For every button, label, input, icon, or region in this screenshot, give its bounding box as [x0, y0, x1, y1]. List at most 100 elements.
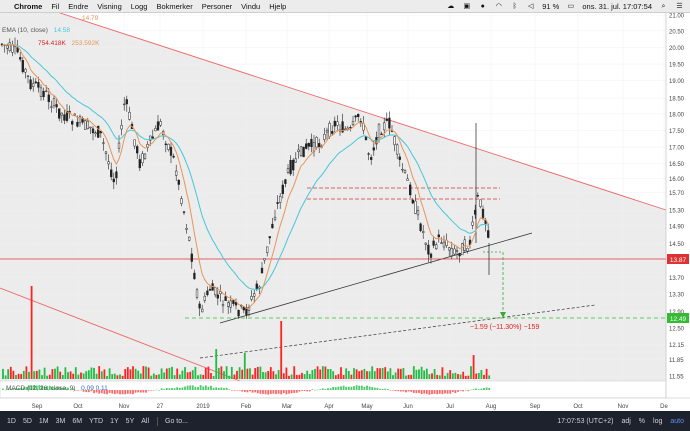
tf-1d[interactable]: 1D — [7, 418, 16, 425]
candle-body — [372, 147, 375, 151]
volume-icon[interactable]: ◁ — [526, 3, 535, 10]
volume-bar — [121, 375, 124, 379]
menu-personer[interactable]: Personer — [202, 2, 232, 11]
volume-bar — [194, 366, 197, 379]
price-tick-label: 17.50 — [669, 129, 685, 135]
price-tick-label: 18.50 — [669, 97, 685, 103]
price-chart[interactable]: −1.59 (−11.30%) −159 21.00 20.50 20.00 19.5… — [0, 12, 690, 411]
time-tick-label: Nov — [618, 404, 629, 410]
macd-bar — [301, 390, 303, 391]
candle-body — [370, 157, 373, 160]
chart-area[interactable]: −1.59 (−11.30%) −159 21.00 20.50 20.00 19.5… — [0, 12, 690, 411]
volume-bar — [238, 367, 241, 379]
candle-body — [279, 195, 282, 203]
volume-bar — [319, 369, 322, 379]
menu-logg[interactable]: Logg — [131, 2, 148, 11]
candle-body — [276, 202, 279, 204]
candle-body — [299, 146, 303, 156]
camera-icon[interactable]: ▣ — [462, 3, 471, 10]
tf-1y[interactable]: 1Y — [110, 418, 119, 425]
tf-ytd[interactable]: YTD — [89, 418, 103, 425]
menubar-clock[interactable]: ons. 31. jul. 17:07:54 — [582, 2, 652, 11]
macd-bar — [316, 389, 319, 391]
log-toggle[interactable]: log — [653, 418, 662, 425]
macd-bar — [358, 385, 361, 390]
macd-bar — [308, 390, 311, 392]
auto-toggle[interactable]: auto — [670, 418, 684, 425]
menu-hjelp[interactable]: Hjelp — [269, 2, 286, 11]
volume-bar — [384, 367, 387, 379]
price-tick-label: 17.00 — [669, 146, 685, 152]
search-icon[interactable]: ⌕ — [659, 3, 668, 10]
tf-5d[interactable]: 5D — [23, 418, 32, 425]
volume-bar — [220, 366, 223, 379]
candle-body — [325, 129, 329, 133]
indicator-line2[interactable]: EMA (10, close) 14.58 — [2, 27, 70, 34]
volume-bar — [106, 375, 108, 379]
volume-bar — [191, 370, 194, 379]
tf-5y[interactable]: 5Y — [126, 418, 135, 425]
volume-bar — [428, 374, 431, 379]
candle-body — [206, 290, 209, 296]
utc-clock[interactable]: 17:07:53 (UTC+2) — [557, 418, 613, 425]
volume-bar — [389, 368, 392, 379]
volume-bar — [269, 367, 272, 379]
percent-toggle[interactable]: % — [639, 418, 645, 425]
candle-body — [396, 144, 399, 155]
volume-bar — [249, 368, 251, 379]
macd-bar — [236, 390, 238, 391]
price-axis[interactable] — [666, 13, 690, 398]
menu-list-icon[interactable]: ☰ — [675, 3, 684, 10]
macd-bar — [243, 390, 246, 392]
menu-endre[interactable]: Endre — [68, 2, 88, 11]
macd-bar — [129, 390, 132, 394]
wifi-icon[interactable]: ◠ — [494, 3, 503, 10]
candle-body — [331, 131, 334, 134]
volume-bar — [277, 370, 280, 379]
macd-bar — [160, 388, 163, 390]
volume-bar — [360, 370, 363, 379]
volume-bar — [412, 366, 415, 379]
menu-app-chrome[interactable]: Chrome — [14, 2, 42, 11]
volume-bar — [449, 370, 452, 379]
tf-3m[interactable]: 3M — [56, 418, 66, 425]
volume-bar — [189, 371, 192, 379]
battery-icon[interactable]: ▭ — [566, 3, 575, 10]
indicator-line3[interactable]: 754.418K 253.592K — [2, 40, 100, 47]
goto-button[interactable]: Go to... — [165, 418, 188, 425]
macd-bar — [368, 386, 371, 390]
menu-fil[interactable]: Fil — [51, 2, 59, 11]
menu-vindu[interactable]: Vindu — [241, 2, 260, 11]
candle-body — [167, 143, 170, 150]
macd-bar — [363, 386, 366, 390]
candle-body — [214, 287, 217, 296]
volume-bar — [321, 366, 324, 379]
candle-body — [422, 231, 425, 233]
time-tick-label: Sep — [32, 404, 43, 410]
tf-all[interactable]: All — [141, 418, 149, 425]
candle-body — [125, 99, 128, 105]
indicator-line1[interactable]: 14.79 — [2, 15, 98, 22]
lock-icon[interactable]: ● — [478, 3, 487, 10]
volume-bar — [181, 370, 184, 379]
macd-bar — [202, 386, 205, 390]
adj-toggle[interactable]: adj — [621, 418, 630, 425]
bluetooth-icon[interactable]: ᛒ — [510, 3, 519, 10]
macd-bar — [451, 390, 454, 392]
volume-bar — [20, 374, 23, 379]
time-axis[interactable] — [0, 398, 690, 411]
candle-body — [466, 248, 469, 252]
volume-bar — [420, 366, 423, 379]
macd-legend[interactable]: MACD (12, 26, close, 9) 0.09 0.11 — [2, 385, 108, 392]
menu-visning[interactable]: Visning — [97, 2, 121, 11]
tf-1m[interactable]: 1M — [39, 418, 49, 425]
volume-bar — [165, 368, 168, 379]
candle-body — [84, 120, 87, 130]
menu-bokmerker[interactable]: Bokmerker — [156, 2, 192, 11]
tf-6m[interactable]: 6M — [72, 418, 82, 425]
cloud-icon[interactable]: ☁ — [446, 3, 455, 10]
volume-bar — [311, 370, 314, 379]
volume-bar — [275, 374, 277, 379]
macd-bar — [256, 390, 259, 394]
macd-bar — [298, 390, 301, 392]
